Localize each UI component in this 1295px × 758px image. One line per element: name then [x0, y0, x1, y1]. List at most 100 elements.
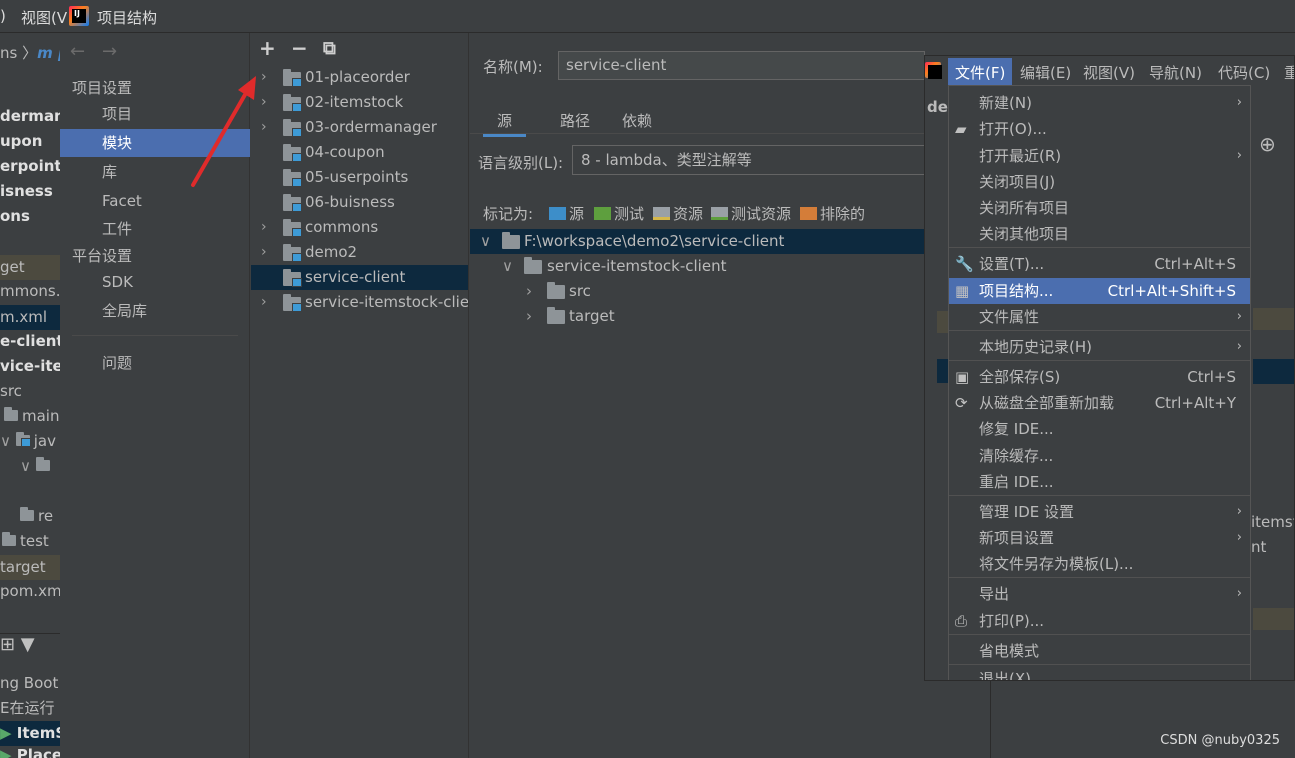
module-row[interactable]: › 02-itemstock: [251, 90, 468, 115]
tree-line[interactable]: re: [20, 507, 53, 525]
folder-icon: [547, 282, 565, 299]
view-menu-fragment[interactable]: 视图(V: [21, 7, 67, 28]
file-menu-item[interactable]: ▦ 项目结构... Ctrl+Alt+Shift+S: [949, 278, 1250, 304]
file-menu-item[interactable]: 本地历史记录(H) ›: [949, 334, 1250, 360]
file-menu-item[interactable]: ▣ 全部保存(S) Ctrl+S: [949, 364, 1250, 390]
run-toolbar-icons[interactable]: ⊞ ▼: [0, 633, 60, 663]
nav-sdk[interactable]: SDK: [60, 268, 250, 296]
module-row[interactable]: › 01-placeorder: [251, 65, 468, 90]
copy-module-icon[interactable]: ⧉: [323, 38, 336, 59]
module-row[interactable]: 06-buisness: [251, 190, 468, 215]
menu-code[interactable]: 代码(C): [1218, 62, 1270, 83]
file-menu-item[interactable]: 文件属性 ›: [949, 304, 1250, 330]
module-name-field[interactable]: service-client: [558, 51, 925, 80]
tree-line[interactable]: mmons.i: [0, 282, 60, 300]
file-menu-item[interactable]: 将文件另存为模板(L)...: [949, 551, 1250, 577]
tree-line[interactable]: e-client: [0, 332, 60, 350]
module-label: 01-placeorder: [305, 68, 410, 86]
nav-global-libraries[interactable]: 全局库: [60, 297, 250, 325]
run-line[interactable]: E在运行: [0, 697, 54, 718]
folder-open-icon: ▰: [955, 120, 967, 138]
tree-line[interactable]: ∨ jav: [0, 432, 56, 450]
tree-line[interactable]: src: [0, 382, 22, 400]
module-row[interactable]: › 03-ordermanager: [251, 115, 468, 140]
tree-line[interactable]: pom.xm: [0, 582, 60, 600]
tree-line[interactable]: target: [0, 555, 60, 580]
tree-line[interactable]: m.xml: [0, 305, 60, 330]
menu-item-label: 设置(T)...: [979, 255, 1045, 273]
module-row[interactable]: › demo2: [251, 240, 468, 265]
tree-row[interactable]: › target: [470, 304, 925, 329]
module-row[interactable]: 05-userpoints: [251, 165, 468, 190]
menu-file[interactable]: 文件(F): [948, 58, 1013, 87]
file-menu-item[interactable]: 清除缓存...: [949, 443, 1250, 469]
menu-edit[interactable]: 编辑(E): [1020, 62, 1071, 83]
mark-sources-button[interactable]: 源: [549, 203, 584, 224]
file-menu-item[interactable]: 关闭其他项目: [949, 221, 1250, 247]
module-row[interactable]: 04-coupon: [251, 140, 468, 165]
nav-facets[interactable]: Facet: [60, 187, 250, 215]
tree-line[interactable]: isness: [0, 182, 53, 200]
file-menu-item[interactable]: 打开最近(R) ›: [949, 143, 1250, 169]
menu-fragment[interactable]: ): [0, 7, 6, 25]
tree-line[interactable]: main: [4, 407, 59, 425]
module-folder-icon: [283, 194, 302, 212]
mark-tests-button[interactable]: 测试: [594, 203, 644, 224]
file-menu-item[interactable]: 新项目设置 ›: [949, 525, 1250, 551]
menu-navigate[interactable]: 导航(N): [1149, 62, 1202, 83]
file-menu-item[interactable]: 关闭所有项目: [949, 195, 1250, 221]
menu-item-label: 管理 IDE 设置: [979, 503, 1074, 521]
forward-arrow-icon[interactable]: →: [102, 41, 117, 62]
tree-line[interactable]: dermana: [0, 107, 60, 125]
file-menu-item[interactable]: 退出(X): [949, 666, 1250, 680]
tree-line[interactable]: vice-iter: [0, 357, 60, 375]
submenu-arrow-icon: ›: [1236, 504, 1242, 519]
tree-line[interactable]: get: [0, 255, 60, 280]
chevron-right-icon[interactable]: ›: [261, 290, 267, 315]
folder-icon: [547, 307, 565, 324]
nav-problems[interactable]: 问题: [60, 349, 250, 377]
menu-view[interactable]: 视图(V): [1083, 62, 1135, 83]
file-menu-item[interactable]: ⎙ 打印(P)...: [949, 608, 1250, 634]
chevron-right-icon[interactable]: ›: [261, 240, 267, 265]
file-menu-item[interactable]: 省电模式: [949, 638, 1250, 664]
background-highlight: [1253, 608, 1294, 630]
tree-line[interactable]: ∨: [20, 457, 50, 475]
chevron-right-icon[interactable]: ›: [261, 65, 267, 90]
file-menu-item[interactable]: 修复 IDE...: [949, 416, 1250, 442]
run-line[interactable]: ng Boot: [0, 674, 58, 692]
chevron-right-icon[interactable]: ›: [261, 90, 267, 115]
language-level-select[interactable]: 8 - lambda、类型注解等: [572, 145, 925, 175]
mark-test-resources-button[interactable]: 测试资源: [711, 203, 791, 224]
file-menu-item[interactable]: 关闭项目(J): [949, 169, 1250, 195]
menu-more[interactable]: 重: [1284, 62, 1294, 83]
chevron-right-icon[interactable]: ›: [261, 215, 267, 240]
back-arrow-icon[interactable]: ←: [70, 41, 85, 62]
test-resource-folder-icon: [711, 207, 728, 220]
nav-artifacts[interactable]: 工件: [60, 215, 250, 243]
content-root-row[interactable]: ∨ F:\workspace\demo2\service-client: [470, 229, 925, 254]
file-menu-item[interactable]: ▰ 打开(O)...: [949, 116, 1250, 142]
file-menu-item[interactable]: 管理 IDE 设置 ›: [949, 499, 1250, 525]
tree-line[interactable]: ons: [0, 207, 30, 225]
file-menu-item[interactable]: ⟳ 从磁盘全部重新加载 Ctrl+Alt+Y: [949, 390, 1250, 416]
tree-row[interactable]: › src: [470, 279, 925, 304]
file-menu-item[interactable]: 重启 IDE...: [949, 469, 1250, 495]
tree-line[interactable]: test: [2, 532, 49, 550]
add-module-icon[interactable]: +: [259, 36, 276, 60]
run-line[interactable]: ▶ ItemS: [0, 721, 60, 746]
mark-excluded-button[interactable]: 排除的: [800, 203, 865, 224]
module-row[interactable]: service-client: [251, 265, 468, 290]
file-menu-item[interactable]: 导出 ›: [949, 581, 1250, 607]
run-line[interactable]: ▶ PlaceO: [0, 746, 60, 758]
tree-row[interactable]: ∨ service-itemstock-client: [470, 254, 925, 279]
tree-line[interactable]: upon: [0, 132, 42, 150]
chevron-right-icon[interactable]: ›: [261, 115, 267, 140]
file-menu-item[interactable]: 新建(N) ›: [949, 90, 1250, 116]
remove-module-icon[interactable]: −: [291, 36, 308, 60]
tree-line[interactable]: erpoints: [0, 157, 60, 175]
file-menu-item[interactable]: 🔧 设置(T)... Ctrl+Alt+S: [949, 251, 1250, 277]
mark-resources-button[interactable]: 资源: [653, 203, 703, 224]
module-row[interactable]: › commons: [251, 215, 468, 240]
module-row[interactable]: › service-itemstock-client: [251, 290, 468, 315]
